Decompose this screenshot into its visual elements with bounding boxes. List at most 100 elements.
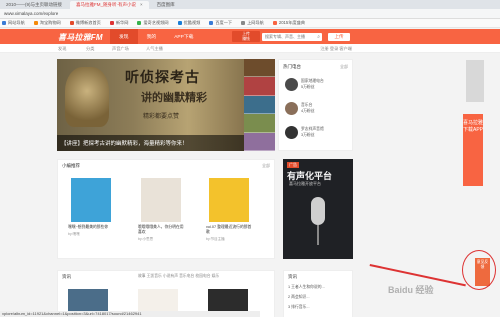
bookmark-icon xyxy=(33,21,38,25)
upload-earn-button[interactable]: 上传 赚钱 xyxy=(232,31,260,42)
tab-label: 喜马拉雅FM_随身听·有声小说 xyxy=(76,1,137,7)
browser-tab[interactable]: 百度图库 xyxy=(151,1,181,9)
bookmark-label: 上网导航 xyxy=(247,20,264,25)
bookmark-item[interactable]: 优酷视频 xyxy=(177,20,201,26)
section-heading: 资讯 xyxy=(62,274,71,279)
album-title[interactable]: 嘿嘿~想到最美的那些你 xyxy=(68,225,114,230)
bookmark-item[interactable]: 网站导航 xyxy=(2,20,25,26)
search-icon[interactable]: ⌕ xyxy=(317,34,320,40)
subnav-item[interactable]: 人气主播 xyxy=(146,46,163,52)
browser-tab-bar: 2010——(9)与主页联动链接 喜马拉雅FM_随身听·有声小说 × 百度图库 xyxy=(0,0,500,9)
album-cover xyxy=(71,178,111,222)
banner-tagline: 精彩都要点赞 xyxy=(143,114,180,120)
bookmark-icon xyxy=(209,21,214,25)
upload-sub-label: 赚钱 xyxy=(242,36,250,41)
anchor-item[interactable]: 音乐台 4万粉丝 xyxy=(285,102,315,115)
bookmark-icon xyxy=(177,21,182,25)
ad-subtitle: 喜马拉雅开放平台 xyxy=(289,181,321,186)
ad-banner[interactable]: 广告 有声化平台 喜马拉雅开放平台 xyxy=(283,159,353,259)
bookmark-label: 淘宝购物网 xyxy=(39,20,61,25)
bookmark-item[interactable]: 上网导航 xyxy=(241,20,264,26)
address-bar[interactable]: www.ximalaya.com/explore xyxy=(0,9,500,19)
account-links[interactable]: 注册 登录 客户端 xyxy=(320,46,352,52)
album-card[interactable]: 嘿嘿~想到最美的那些你 by:嘿嘿 xyxy=(68,178,114,237)
panel-heading: 资讯 xyxy=(288,274,297,279)
panel-heading: 热门电台 xyxy=(283,64,301,69)
bookmark-item[interactable]: 淘宝购物网 xyxy=(33,20,61,26)
close-icon[interactable]: × xyxy=(140,2,143,7)
bookmark-icon xyxy=(69,21,74,25)
banner-subtitle: 讲的幽默精彩 xyxy=(141,92,207,104)
album-author[interactable]: by:节目主播 xyxy=(206,237,252,242)
hot-list-item[interactable]: 2 两会知识... xyxy=(288,295,310,300)
bookmarks-bar: 网站导航 淘宝购物网 微博新浪首页 新华网 爱奇艺视频网 优酷视频 百度一下 上网导航 2015… xyxy=(0,19,500,28)
bookmark-item[interactable]: 百度一下 xyxy=(209,20,232,26)
site-header: 喜马拉雅FM 发现 我的 APP下载 上传 赚钱 ⌕ 上传 xyxy=(0,29,500,44)
album-card[interactable]: 哦哦哦哦美人，你分明在用喜欢 by:小思思 xyxy=(138,178,184,242)
upload-button[interactable]: 上传 xyxy=(328,32,350,41)
album-card[interactable]: vol.07 整理最近流行的那首歌 by:节目主播 xyxy=(206,178,252,242)
more-link[interactable]: 全部 xyxy=(340,64,348,70)
bookmark-item[interactable]: 微博新浪首页 xyxy=(69,20,101,26)
album-title[interactable]: 哦哦哦哦美人，你分明在用喜欢 xyxy=(138,225,184,235)
watermark: Baidu 经验 xyxy=(388,285,434,295)
banner-thumb[interactable] xyxy=(244,77,275,96)
nav-app-download[interactable]: APP下载 xyxy=(165,29,202,44)
search-input[interactable] xyxy=(265,34,311,39)
subnav-item[interactable]: 发现 xyxy=(58,46,66,52)
bookmark-label: 爱奇艺视频网 xyxy=(143,20,169,25)
album-author[interactable]: by:嘿嘿 xyxy=(68,232,114,237)
annotation-circle xyxy=(462,250,496,290)
banner-thumb[interactable] xyxy=(244,59,275,78)
news-tabs[interactable]: 故事 王凯音乐 小说有声 音乐电台 校园电台 娱乐 xyxy=(138,274,219,279)
bookmark-label: 2015年度盛典 xyxy=(278,20,305,25)
search-box: ⌕ xyxy=(262,32,322,41)
banner-title: 听侦探考古 xyxy=(125,69,200,85)
mic-stand xyxy=(317,225,319,245)
browser-tab-active[interactable]: 喜马拉雅FM_随身听·有声小说 × xyxy=(70,0,149,9)
banner-thumb[interactable] xyxy=(244,95,275,115)
bookmark-icon xyxy=(109,21,114,25)
app-download-promo[interactable]: 喜马拉雅下载APP xyxy=(463,114,483,186)
bookmark-item[interactable]: 2015年度盛典 xyxy=(272,20,305,26)
bookmark-item[interactable]: 新华网 xyxy=(109,20,129,26)
hero-banner[interactable]: 听侦探考古 讲的幽默精彩 精彩都要点赞 【讲座】把探考古讲的幽默精彩，海量精彩等… xyxy=(57,59,275,151)
banner-thumb[interactable] xyxy=(244,114,275,133)
microphone-icon xyxy=(311,197,325,225)
sub-nav: 发现 分类 声音广场 人气主播 注册 登录 客户端 xyxy=(0,44,500,53)
browser-tab[interactable]: 2010——(9)与主页联动链接 xyxy=(0,1,68,9)
album-title[interactable]: vol.07 整理最近流行的那首歌 xyxy=(206,225,252,235)
ad-tag: 广告 xyxy=(287,162,299,168)
bookmark-label: 新华网 xyxy=(115,20,129,25)
subnav-item[interactable]: 分类 xyxy=(86,46,94,52)
hot-anchors-panel: 热门电台 全部 国家地理电台 5万粉丝 音乐台 4万粉丝 罗志祥声音馆 3万粉丝 xyxy=(278,59,353,151)
more-link[interactable]: 全部 xyxy=(262,163,270,169)
banner-artifact-image xyxy=(65,67,109,127)
anchor-fans: 5万粉丝 xyxy=(301,84,315,89)
hot-list-panel: 资讯 1 王者人生和你说的... 2 两会知识... 3 排行音乐... xyxy=(283,270,353,317)
hot-list-item[interactable]: 1 王者人生和你说的... xyxy=(288,285,325,290)
bookmark-icon xyxy=(137,21,142,25)
bookmark-icon xyxy=(272,21,277,25)
bookmark-item[interactable]: 爱奇艺视频网 xyxy=(137,20,169,26)
url-text[interactable]: www.ximalaya.com/explore xyxy=(4,11,58,16)
subnav-item[interactable]: 声音广场 xyxy=(112,46,129,52)
album-cover xyxy=(209,178,249,222)
anchor-item[interactable]: 罗志祥声音馆 3万粉丝 xyxy=(285,126,324,139)
site-logo[interactable]: 喜马拉雅FM xyxy=(58,32,103,43)
nav-mine[interactable]: 我的 xyxy=(138,29,166,44)
bookmark-label: 网站导航 xyxy=(8,20,25,25)
hot-list-item[interactable]: 3 排行音乐... xyxy=(288,305,310,310)
album-author[interactable]: by:小思思 xyxy=(138,237,184,242)
bookmark-icon xyxy=(2,21,6,25)
avatar xyxy=(285,78,298,91)
status-bar: xplore/album_id=11921&channel=1&position… xyxy=(0,311,260,317)
anchor-item[interactable]: 国家地理电台 5万粉丝 xyxy=(285,78,324,91)
banner-thumbnails xyxy=(244,59,275,152)
news-section: 资讯 故事 王凯音乐 小说有声 音乐电台 校园电台 娱乐 xyxy=(57,270,275,317)
bookmark-label: 优酷视频 xyxy=(183,20,201,25)
album-cover xyxy=(141,178,181,222)
nav-discover[interactable]: 发现 xyxy=(110,29,138,44)
banner-thumb[interactable] xyxy=(244,132,275,152)
section-heading: 小编推荐 xyxy=(62,163,80,168)
